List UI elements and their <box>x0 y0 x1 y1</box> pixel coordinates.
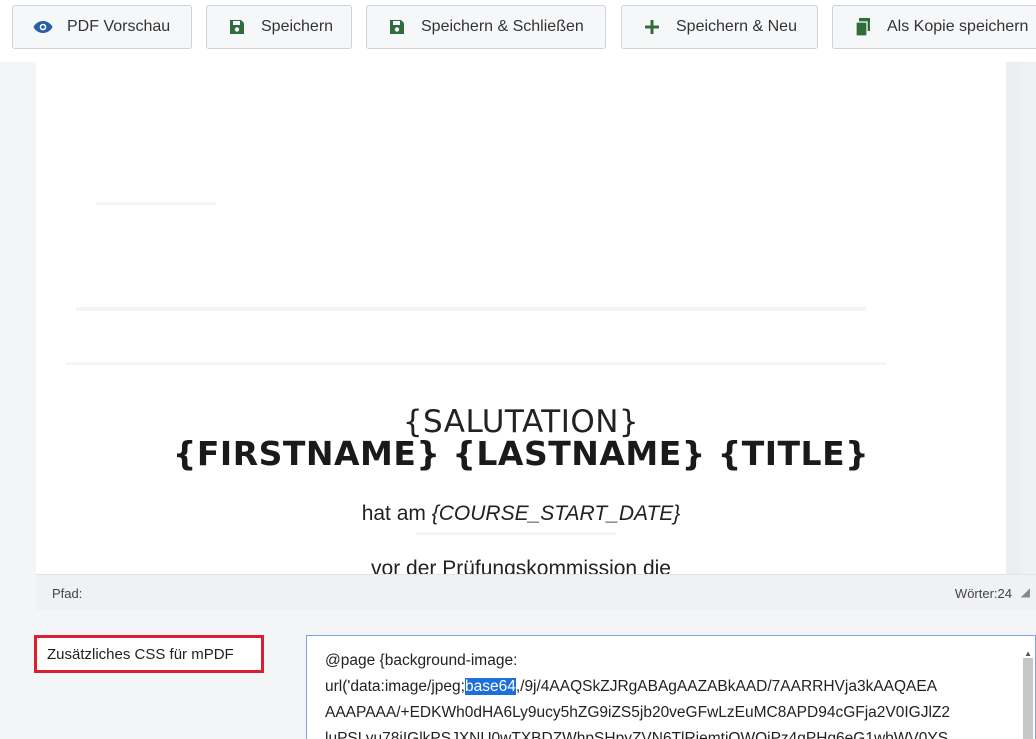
save-as-copy-label: Als Kopie speichern <box>887 18 1029 35</box>
save-icon <box>227 17 247 37</box>
editor-statusbar: Pfad: Wörter:24 ◢ <box>36 574 1036 610</box>
rich-text-editor: {SALUTATION} {FIRSTNAME} {LASTNAME} {TIT… <box>36 62 1036 610</box>
toolbar: PDF Vorschau Speichern Speichern & Schli… <box>0 0 1036 62</box>
css-line: url('data:image/jpeg;base64,/9j/4AAQSkZJ… <box>325 674 1015 700</box>
textarea-scrollbar-thumb[interactable] <box>1023 658 1033 739</box>
copy-icon <box>853 17 873 37</box>
faded-background-line <box>96 202 216 205</box>
page-root: PDF Vorschau Speichern Speichern & Schli… <box>0 0 1036 739</box>
additional-css-label-text: Zusätzliches CSS für mPDF <box>47 645 234 663</box>
additional-css-textarea[interactable]: @page {background-image: url('data:image… <box>306 635 1036 739</box>
selected-text: base64 <box>464 678 516 695</box>
word-count: Wörter:24 <box>954 586 1012 601</box>
exam-commission-line: vor der Prüfungskommission die <box>371 557 671 574</box>
course-date-line: hat am {COURSE_START_DATE} <box>36 502 1006 526</box>
editor-content-area[interactable]: {SALUTATION} {FIRSTNAME} {LASTNAME} {TIT… <box>36 62 1020 574</box>
css-line: luPSLyu78iIGlkPSJXNU0wTXBDZWhpSHpyZVN6Tl… <box>325 730 949 739</box>
css-text: ,/9j/4AAQSkZJRgABAgAAZABkAAD/7AARRHVja3k… <box>515 678 938 695</box>
save-label: Speichern <box>261 18 334 35</box>
save-and-new-button[interactable]: Speichern & Neu <box>621 5 818 49</box>
date-prefix: hat am <box>361 502 432 525</box>
faded-background-line <box>416 532 616 535</box>
plus-icon <box>642 17 662 37</box>
document-page[interactable]: {SALUTATION} {FIRSTNAME} {LASTNAME} {TIT… <box>36 62 1006 574</box>
pdf-preview-label: PDF Vorschau <box>67 18 171 35</box>
resize-grip-icon[interactable]: ◢ <box>1021 585 1030 599</box>
save-and-close-label: Speichern & Schließen <box>421 18 584 35</box>
eye-icon <box>33 17 53 37</box>
faded-background-line <box>76 307 866 311</box>
css-text: url('data:image/jpeg; <box>325 678 465 695</box>
save-button[interactable]: Speichern <box>206 5 352 49</box>
faded-background-line <box>66 362 886 365</box>
save-icon <box>387 17 407 37</box>
css-line: @page {background-image: <box>325 652 518 669</box>
save-and-close-button[interactable]: Speichern & Schließen <box>366 5 606 49</box>
name-placeholder-line: {FIRSTNAME} {LASTNAME} {TITLE} <box>172 434 870 473</box>
element-path: Pfad: <box>52 586 83 601</box>
pdf-preview-button[interactable]: PDF Vorschau <box>12 5 192 49</box>
course-start-date-placeholder: {COURSE_START_DATE} <box>431 502 681 525</box>
save-and-new-label: Speichern & Neu <box>676 18 797 35</box>
additional-css-label: Zusätzliches CSS für mPDF <box>34 635 264 673</box>
css-line: AAAPAAA/+EDKWh0dHA6Ly9ucy5hZG9iZS5jb20ve… <box>325 704 951 721</box>
save-as-copy-button[interactable]: Als Kopie speichern <box>832 5 1036 49</box>
